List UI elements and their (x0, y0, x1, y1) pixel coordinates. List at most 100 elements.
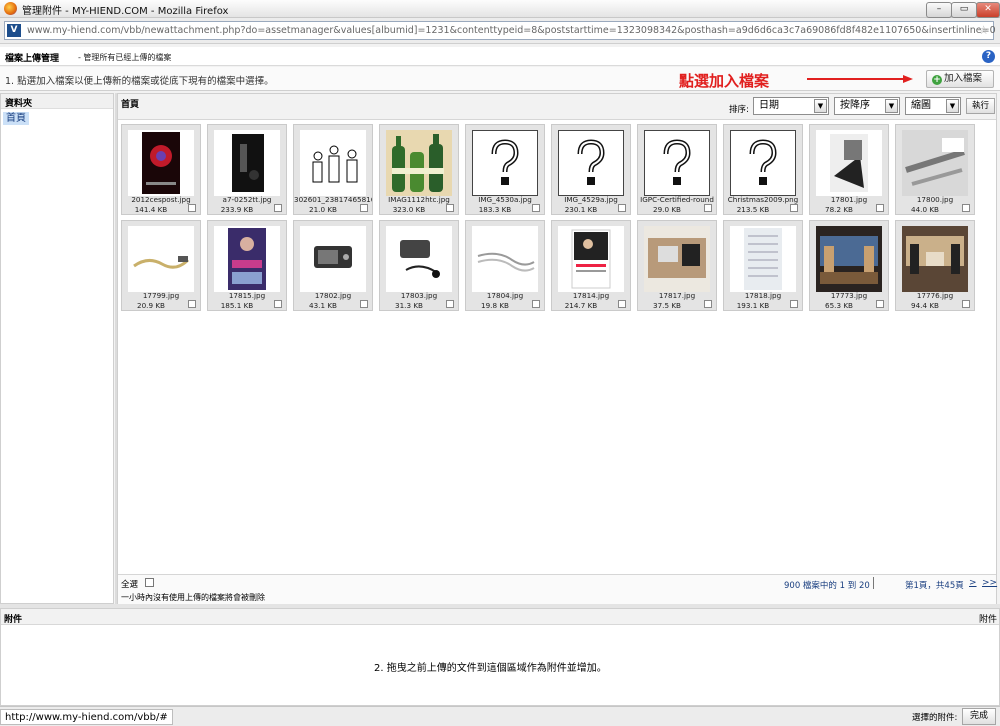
status-url: http://www.my-hiend.com/vbb/# (0, 709, 173, 725)
file-size: 183.3 KB (478, 205, 512, 214)
url-input[interactable]: V www.my-hiend.com/vbb/newattachment.php… (4, 21, 996, 40)
attachments-title: 附件 (4, 615, 23, 625)
instruction-row: 1. 點選加入檔案以便上傳新的檔案或從底下現有的檔案中選擇。 點選加入檔案 + 加… (0, 67, 1000, 91)
add-file-button[interactable]: + 加入檔案 (926, 70, 994, 88)
status-bar: http://www.my-hiend.com/vbb/# 選擇的附件: 完成 (0, 706, 1000, 726)
file-thumbnail[interactable] (386, 226, 452, 292)
file-thumbnail[interactable] (386, 130, 452, 196)
file-thumbnail[interactable] (902, 226, 968, 292)
add-file-label: 加入檔案 (944, 73, 983, 84)
file-thumbnail[interactable] (644, 130, 710, 196)
file-select-checkbox[interactable] (446, 204, 454, 212)
sort-select[interactable]: 日期 ▼ (753, 97, 829, 115)
file-select-checkbox[interactable] (704, 204, 712, 212)
file-tile[interactable]: IMG_4530a.jpg 183.3 KB (465, 124, 545, 215)
last-page-link[interactable]: >> (982, 578, 997, 588)
instruction-text: 1. 點選加入檔案以便上傳新的檔案或從底下現有的檔案中選擇。 (5, 76, 274, 87)
file-tile[interactable]: 17814.jpg 214.7 KB (551, 220, 631, 311)
file-select-checkbox[interactable] (360, 300, 368, 308)
file-tile[interactable]: 17818.jpg 193.1 KB (723, 220, 803, 311)
file-select-checkbox[interactable] (446, 300, 454, 308)
file-tile[interactable]: 17817.jpg 37.5 KB (637, 220, 717, 311)
window-title-bar: 管理附件 - MY-HIEND.COM - Mozilla Firefox – … (0, 0, 1000, 18)
file-tile[interactable]: 17804.jpg 19.8 KB (465, 220, 545, 311)
file-thumbnail[interactable] (730, 226, 796, 292)
file-tile[interactable]: 17802.jpg 43.1 KB (293, 220, 373, 311)
file-thumbnail[interactable] (730, 130, 796, 196)
file-tile[interactable]: Christmas2009.png 213.5 KB (723, 124, 803, 215)
file-thumbnail[interactable] (644, 226, 710, 292)
file-thumbnail[interactable] (472, 226, 538, 292)
file-select-checkbox[interactable] (704, 300, 712, 308)
file-select-checkbox[interactable] (532, 204, 540, 212)
file-tile[interactable]: 17815.jpg 185.1 KB (207, 220, 287, 311)
divider (873, 577, 874, 589)
file-select-checkbox[interactable] (360, 204, 368, 212)
folder-item-home[interactable]: 首頁 (3, 112, 29, 125)
file-name: IMG_4529a.jpg (564, 195, 618, 204)
view-select[interactable]: 縮圖 ▼ (905, 97, 961, 115)
file-size: 141.4 KB (134, 205, 168, 214)
file-tile[interactable]: 17800.jpg 44.0 KB (895, 124, 975, 215)
view-select-value: 縮圖 (911, 100, 931, 111)
deletion-note: 一小時內沒有使用上傳的檔案將會被刪除 (121, 593, 265, 602)
file-thumbnail[interactable] (472, 130, 538, 196)
file-tile[interactable]: 17776.jpg 94.4 KB (895, 220, 975, 311)
file-tile[interactable]: 2012cespost.jpg 141.4 KB (121, 124, 201, 215)
file-tile[interactable]: 17799.jpg 20.9 KB (121, 220, 201, 311)
bookmark-star-icon[interactable]: ☆ (978, 23, 989, 37)
file-thumbnail[interactable] (300, 226, 366, 292)
minimize-button[interactable]: – (926, 2, 952, 18)
file-thumbnail[interactable] (128, 130, 194, 196)
file-select-checkbox[interactable] (790, 204, 798, 212)
file-select-checkbox[interactable] (790, 300, 798, 308)
file-tile[interactable]: 17773.jpg 65.3 KB (809, 220, 889, 311)
file-size: 44.0 KB (911, 205, 939, 214)
file-tile[interactable]: a7-0252tt.jpg 233.9 KB (207, 124, 287, 215)
page-header: 檔案上傳管理 - 管理所有已經上傳的檔案 ? (0, 47, 1000, 66)
file-thumbnail[interactable] (816, 130, 882, 196)
file-select-checkbox[interactable] (962, 300, 970, 308)
sort-label: 排序: (729, 105, 749, 115)
file-thumbnail[interactable] (558, 130, 624, 196)
file-thumbnail[interactable] (816, 226, 882, 292)
close-button[interactable]: ✕ (976, 2, 1000, 18)
file-thumbnail[interactable] (300, 130, 366, 196)
file-name: IGPC-Certified-round (640, 195, 714, 204)
file-thumbnail[interactable] (214, 226, 280, 292)
file-thumbnail[interactable] (128, 226, 194, 292)
file-select-checkbox[interactable] (188, 204, 196, 212)
file-count: 900 檔案中的 1 到 20 (784, 581, 870, 591)
file-select-checkbox[interactable] (532, 300, 540, 308)
file-tile[interactable]: IGPC-Certified-round 29.0 KB (637, 124, 717, 215)
file-select-checkbox[interactable] (274, 300, 282, 308)
file-tile[interactable]: IMAG1112htc.jpg 323.0 KB (379, 124, 459, 215)
select-all-checkbox[interactable] (145, 578, 154, 587)
file-size: 20.9 KB (137, 301, 165, 310)
file-thumbnail[interactable] (558, 226, 624, 292)
file-select-checkbox[interactable] (876, 300, 884, 308)
execute-button[interactable]: 執行 (966, 98, 995, 114)
file-tile[interactable]: 17801.jpg 78.2 KB (809, 124, 889, 215)
file-select-checkbox[interactable] (618, 300, 626, 308)
file-thumbnail[interactable] (214, 130, 280, 196)
next-page-link[interactable]: > (969, 578, 977, 588)
file-select-checkbox[interactable] (274, 204, 282, 212)
file-tile[interactable]: 302601_238174658166 21.0 KB (293, 124, 373, 215)
order-select-value: 按降序 (840, 100, 870, 111)
file-select-checkbox[interactable] (188, 300, 196, 308)
file-select-checkbox[interactable] (876, 204, 884, 212)
file-browser-panel: 首頁 排序: 日期 ▼ 按降序 ▼ 縮圖 ▼ 執行 2012cespost.jp… (117, 93, 997, 605)
file-select-checkbox[interactable] (962, 204, 970, 212)
breadcrumb[interactable]: 首頁 (121, 97, 139, 110)
file-thumbnail[interactable] (902, 130, 968, 196)
file-select-checkbox[interactable] (618, 204, 626, 212)
file-size: 214.7 KB (564, 301, 598, 310)
maximize-button[interactable]: ▭ (951, 2, 977, 18)
annotation-text: 點選加入檔案 (679, 72, 770, 90)
help-icon[interactable]: ? (982, 50, 995, 63)
file-tile[interactable]: IMG_4529a.jpg 230.1 KB (551, 124, 631, 215)
order-select[interactable]: 按降序 ▼ (834, 97, 900, 115)
file-tile[interactable]: 17803.jpg 31.3 KB (379, 220, 459, 311)
done-button[interactable]: 完成 (962, 708, 996, 725)
